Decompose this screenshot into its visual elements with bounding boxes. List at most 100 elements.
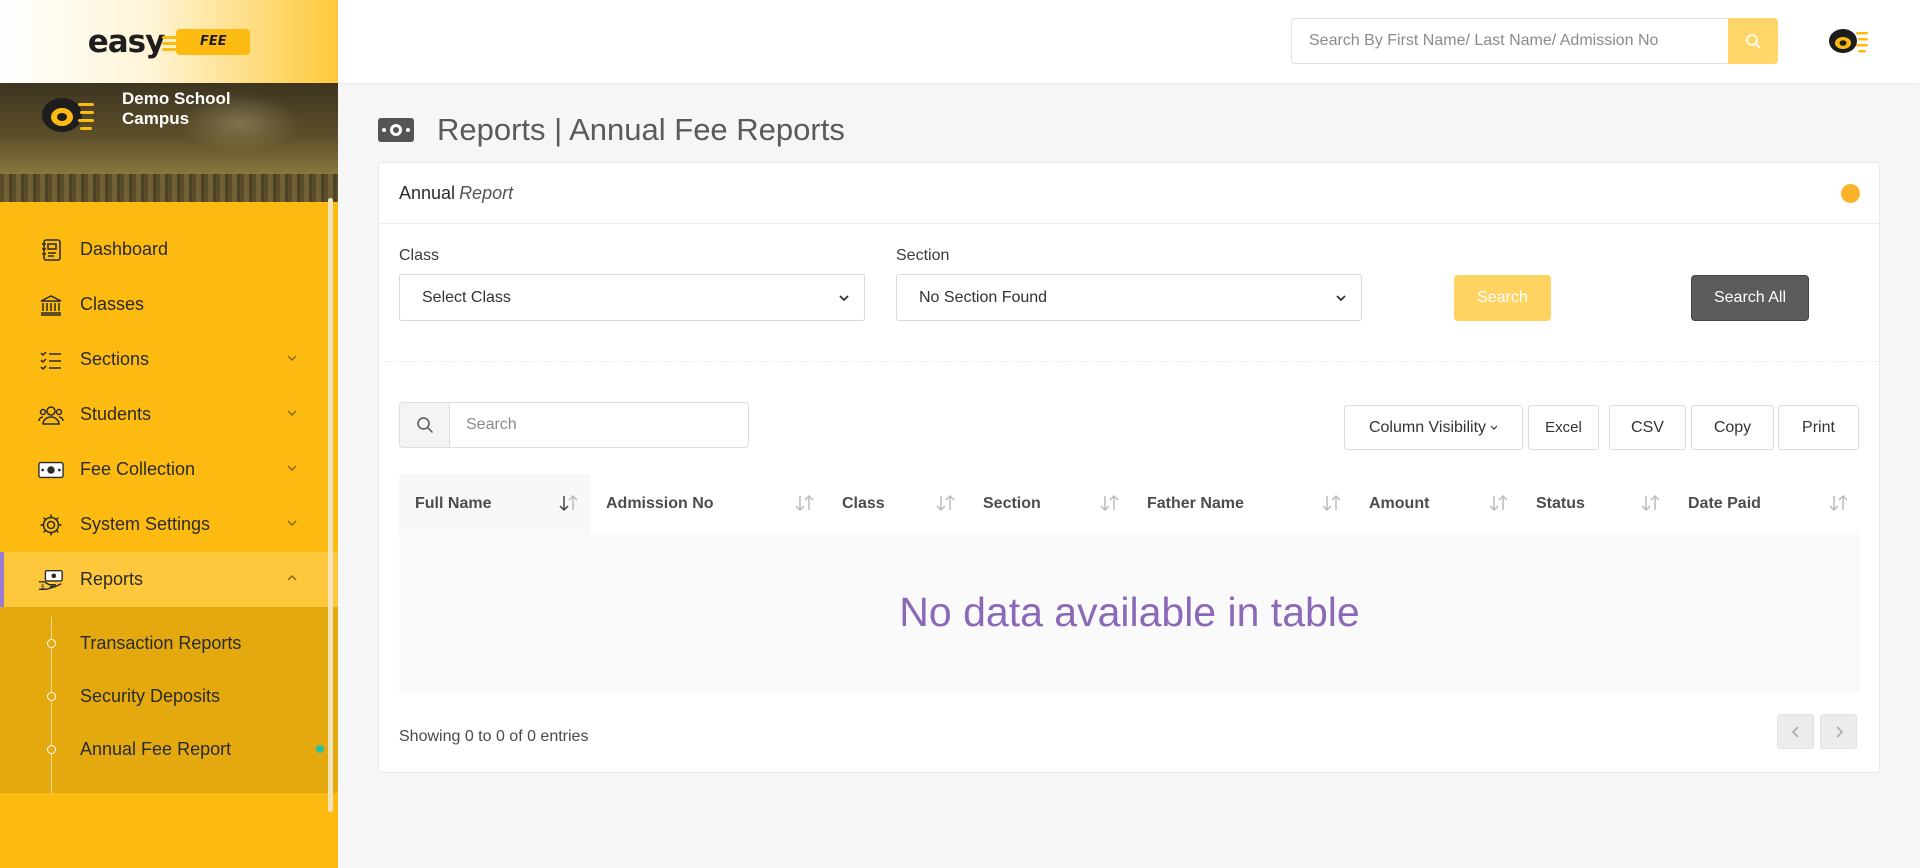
section-select-value: No Section Found [919, 288, 1048, 306]
chevron-down-icon [839, 295, 849, 302]
chevron-down-icon [1490, 425, 1498, 430]
table-search-addon [399, 402, 450, 448]
submenu-item-label: Transaction Reports [80, 633, 242, 653]
sidebar-item-label: Fee Collection [80, 459, 196, 479]
status-indicator-dot[interactable] [1841, 184, 1860, 203]
column-header-label: Father Name [1147, 494, 1244, 512]
column-visibility-button[interactable]: Column Visibility [1344, 405, 1523, 450]
submenu-item-transaction-reports[interactable]: Transaction Reports [0, 617, 338, 670]
sidebar-item-label: Students [80, 404, 152, 424]
column-header-father-name[interactable]: Father Name [1131, 474, 1353, 533]
banknote-icon [38, 457, 64, 483]
column-header-full-name[interactable]: Full Name [399, 474, 590, 533]
search-icon [1746, 34, 1761, 49]
section-select[interactable]: No Section Found [896, 274, 1362, 321]
column-header-label: Status [1536, 494, 1585, 512]
users-group-icon [38, 402, 64, 428]
sort-icon [559, 494, 578, 512]
sidebar-item-sections[interactable]: Sections [0, 332, 338, 387]
money-hand-icon: $ [38, 567, 64, 593]
column-header-admission-no[interactable]: Admission No [590, 474, 826, 533]
sidebar-item-dashboard[interactable]: Dashboard [0, 222, 338, 277]
global-search-button[interactable] [1728, 18, 1778, 64]
copy-button[interactable]: Copy [1691, 405, 1774, 450]
chevron-down-icon [287, 355, 297, 362]
campus-name: Demo School Campus [122, 89, 231, 128]
class-select[interactable]: Select Class [399, 274, 865, 321]
active-indicator-dot [316, 745, 324, 753]
chevron-down-icon [287, 410, 297, 417]
table-empty-message: No data available in table [399, 533, 1860, 692]
column-header-amount[interactable]: Amount [1353, 474, 1520, 533]
sidebar-item-label: System Settings [80, 514, 211, 534]
annual-report-card: Annual Report Class Select Class Section… [378, 162, 1880, 773]
chevron-right-icon [1835, 725, 1843, 738]
csv-button[interactable]: CSV [1609, 405, 1686, 450]
sidebar-item-label: Sections [80, 349, 150, 369]
sort-icon [1322, 494, 1341, 512]
dashboard-icon [38, 237, 64, 263]
sort-icon [936, 494, 955, 512]
column-header-date-paid[interactable]: Date Paid [1672, 474, 1860, 533]
topbar [338, 0, 1920, 83]
sidebar-scrollbar[interactable] [328, 198, 333, 812]
column-header-class[interactable]: Class [826, 474, 967, 533]
sidebar-nav: Dashboard Classes Sections Students Fee … [0, 202, 338, 793]
card-header: Annual Report [379, 163, 1879, 224]
next-page-button[interactable] [1820, 714, 1857, 749]
sort-icon [1641, 494, 1660, 512]
column-header-label: Class [842, 494, 885, 512]
print-button[interactable]: Print [1778, 405, 1859, 450]
sidebar-item-students[interactable]: Students [0, 387, 338, 442]
school-logo-icon [42, 98, 94, 132]
sidebar-item-fee-collection[interactable]: Fee Collection [0, 442, 338, 497]
table-search-input[interactable] [449, 402, 749, 448]
previous-page-button[interactable] [1777, 714, 1814, 749]
chevron-up-icon [287, 574, 297, 581]
class-select-value: Select Class [422, 288, 511, 306]
global-search-input[interactable] [1291, 18, 1730, 64]
campus-banner: Demo School Campus [0, 83, 338, 202]
sort-icon [1829, 494, 1848, 512]
svg-text:$: $ [41, 582, 45, 590]
banknote-icon [378, 118, 414, 142]
column-header-status[interactable]: Status [1520, 474, 1672, 533]
card-title: Annual [399, 182, 456, 203]
bullet-icon [47, 639, 56, 648]
bullet-icon [47, 692, 56, 701]
chevron-down-icon [287, 465, 297, 472]
search-button[interactable]: Search [1454, 275, 1551, 321]
sort-icon [795, 494, 814, 512]
sidebar-item-system-settings[interactable]: System Settings [0, 497, 338, 552]
sidebar-item-reports[interactable]: $ Reports [0, 552, 338, 607]
column-header-label: Admission No [606, 494, 714, 512]
card-title-emphasis: Report [459, 182, 514, 203]
building-columns-icon [38, 292, 64, 318]
column-header-label: Date Paid [1688, 494, 1761, 512]
search-icon [416, 417, 433, 434]
sidebar-item-classes[interactable]: Classes [0, 277, 338, 332]
chevron-left-icon [1791, 725, 1799, 738]
submenu-item-annual-fee-report[interactable]: Annual Fee Report [0, 723, 338, 776]
sort-icon [1100, 494, 1119, 512]
brand-badge-text: FEE [199, 34, 227, 49]
column-header-label: Amount [1369, 494, 1430, 512]
section-label: Section [896, 247, 950, 264]
checklist-icon [38, 347, 64, 373]
chevron-down-icon [1336, 295, 1346, 302]
chevron-down-icon [287, 520, 297, 527]
class-label: Class [399, 247, 440, 264]
sidebar-item-label: Classes [80, 294, 145, 314]
user-avatar-icon[interactable] [1826, 24, 1870, 58]
brand-logo[interactable]: easy FEE [0, 0, 338, 83]
excel-button[interactable]: Excel [1528, 405, 1599, 450]
submenu-item-label: Security Deposits [80, 686, 221, 706]
bullet-icon [47, 745, 56, 754]
column-header-section[interactable]: Section [967, 474, 1131, 533]
table-header: Full Name Admission No Class Section Fat… [399, 474, 1860, 533]
submenu-item-label: Annual Fee Report [80, 739, 232, 759]
column-header-label: Section [983, 494, 1041, 512]
submenu-item-security-deposits[interactable]: Security Deposits [0, 670, 338, 723]
search-all-button[interactable]: Search All [1691, 275, 1809, 321]
page-title: Reports | Annual Fee Reports [437, 112, 845, 147]
